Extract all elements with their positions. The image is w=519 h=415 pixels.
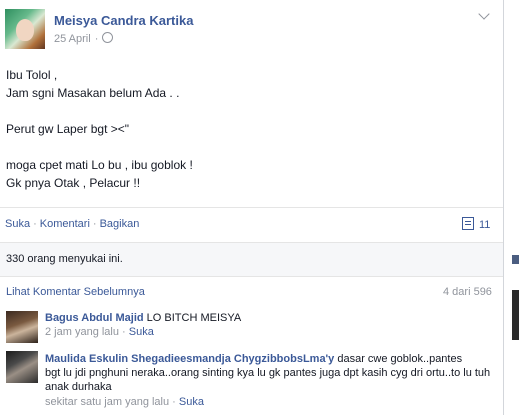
post-date[interactable]: 25 April (54, 33, 91, 45)
comment-text: dasar cwe goblok..pantes (337, 353, 463, 365)
avatar-face (16, 19, 34, 41)
post-line: Perut gw Laper bgt ><" (6, 122, 130, 136)
comment-body: Bagus Abdul Majid LO BITCH MEISYA (45, 311, 241, 325)
likes-bar: 330 orang menyukai ini. (0, 242, 503, 277)
comment-time[interactable]: 2 jam yang lalu (45, 326, 119, 338)
comments-pager: 4 dari 596 (443, 286, 492, 298)
post-line (6, 102, 193, 120)
commenter-avatar[interactable] (6, 351, 38, 383)
right-column-image (512, 290, 519, 340)
post-actions: Suka · Komentari · Bagikan (5, 218, 140, 230)
commenter-name[interactable]: Maulida Eskulin Shegadieesmandja Chygzib… (45, 353, 334, 365)
post-meta: 25 April · (54, 32, 114, 45)
right-column (504, 0, 519, 415)
post-text: Ibu Tolol , Jam sgni Masakan belum Ada .… (6, 66, 193, 192)
post-author-name[interactable]: Meisya Candra Kartika (54, 13, 193, 28)
post-line (6, 138, 193, 156)
author-avatar[interactable] (5, 9, 45, 49)
post-line: moga cpet mati Lo bu , ibu goblok ! (6, 158, 193, 172)
divider (0, 207, 503, 208)
comment-like-link[interactable]: Suka (179, 396, 204, 408)
right-column-thumbnail (512, 255, 519, 264)
post-line: Ibu Tolol , (6, 68, 58, 82)
comment-body: Maulida Eskulin Shegadieesmandja Chygzib… (45, 352, 500, 394)
comment-text: LO BITCH MEISYA (146, 312, 242, 324)
comment-link[interactable]: Komentari (40, 218, 90, 230)
commenter-avatar[interactable] (6, 311, 38, 343)
commenter-name[interactable]: Bagus Abdul Majid (45, 312, 144, 324)
comment-time[interactable]: sekitar satu jam yang lalu (45, 396, 169, 408)
chevron-down-icon[interactable] (478, 8, 490, 20)
post-line: Gk pnya Otak , Pelacur !! (6, 176, 141, 190)
comment-meta: 2 jam yang lalu · Suka (45, 326, 154, 338)
comment-count[interactable]: 11 (462, 217, 490, 231)
view-previous-comments[interactable]: Lihat Komentar Sebelumnya (6, 286, 145, 298)
comment-text: anak durhaka (45, 381, 112, 393)
likes-count[interactable]: 330 orang menyukai ini. (6, 253, 123, 265)
comment-icon (462, 217, 474, 230)
share-link[interactable]: Bagikan (100, 218, 140, 230)
comment-text: bgt lu jdi pnghuni neraka..orang sinting… (45, 367, 491, 379)
post-line: Jam sgni Masakan belum Ada . . (6, 86, 180, 100)
like-link[interactable]: Suka (5, 218, 30, 230)
post-card: Meisya Candra Kartika 25 April · Ibu Tolo… (0, 0, 504, 415)
globe-icon[interactable] (102, 32, 114, 43)
comment-like-link[interactable]: Suka (129, 326, 154, 338)
comment-meta: sekitar satu jam yang lalu · Suka (45, 396, 204, 408)
comment-count-value: 11 (479, 219, 491, 231)
